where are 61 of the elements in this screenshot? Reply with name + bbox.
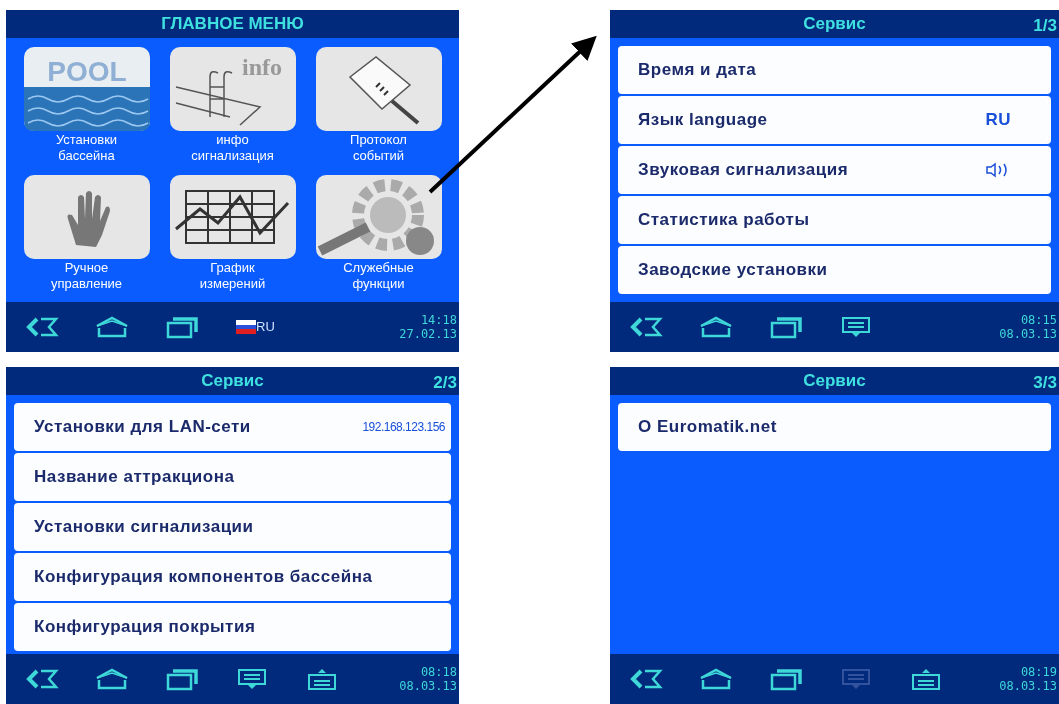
screen-title: ГЛАВНОЕ МЕНЮ: [161, 13, 304, 36]
screen-title: Сервис: [803, 370, 866, 393]
language-button[interactable]: RU: [236, 317, 275, 337]
menu-row[interactable]: Время и дата: [618, 46, 1051, 94]
tile-label: Служебные функции: [343, 259, 414, 292]
ip-address: 192.168.123.156: [362, 419, 445, 436]
menu-tile[interactable]: Ручное управление: [22, 174, 151, 302]
back-icon: [25, 668, 59, 690]
clock-time: 08:18: [420, 665, 457, 679]
clock-time: 08:19: [1020, 665, 1057, 679]
pool-ladder-drawing: info: [169, 47, 296, 131]
windows-icon: [165, 667, 199, 691]
home-icon: [699, 668, 733, 690]
menu-down-icon: [841, 315, 871, 339]
tile-label: График измерений: [199, 259, 266, 292]
menu-up-icon: [911, 667, 941, 691]
clock-date: 08.03.13: [999, 679, 1057, 693]
clock-date: 27.02.13: [399, 327, 457, 341]
menu-tile[interactable]: POOL Установки бассейна: [22, 47, 151, 175]
clock-time: 08:15: [1020, 313, 1057, 327]
tile-label: Протокол событий: [350, 132, 407, 164]
page-number: 3/3: [1033, 372, 1057, 394]
tile-label: инфо сигнализация: [191, 132, 274, 164]
home-icon: [699, 316, 733, 338]
menu-row[interactable]: Конфигурация покрытия: [14, 603, 451, 651]
menu-tile[interactable]: Служебные функции: [314, 174, 443, 302]
home-icon: [95, 668, 129, 690]
menu-row[interactable]: Язык language RU: [618, 96, 1051, 144]
tile-label: Установки бассейна: [55, 132, 118, 164]
windows-icon: [769, 315, 803, 339]
menu-down-icon: [237, 667, 267, 691]
clock-date: 08.03.13: [399, 679, 457, 693]
menu-down-icon: [841, 667, 871, 691]
page-number: 2/3: [433, 372, 457, 394]
tile-label: Ручное управление: [50, 259, 123, 292]
menu-row[interactable]: Установки для LAN-сети 192.168.123.156: [14, 403, 451, 451]
menu-tile[interactable]: График измерений: [168, 174, 297, 302]
screen-title: Сервис: [803, 13, 866, 36]
flag-icon: [236, 320, 256, 334]
menu-row[interactable]: Установки сигнализации: [14, 503, 451, 551]
clock-date: 08.03.13: [999, 327, 1057, 341]
screen-title: Сервис: [201, 370, 264, 393]
menu-row[interactable]: Название аттракциона: [14, 453, 451, 501]
row-value: RU: [985, 109, 1011, 132]
windows-icon: [769, 667, 803, 691]
menu-up-icon: [307, 667, 337, 691]
menu-row[interactable]: Звуковая сигнализация: [618, 146, 1051, 194]
clock-time: 14:18: [420, 313, 457, 327]
menu-tile[interactable]: Протокол событий: [314, 47, 443, 175]
home-icon: [95, 316, 129, 338]
windows-icon: [165, 315, 199, 339]
back-icon: [629, 316, 663, 338]
page-number: 1/3: [1033, 15, 1057, 37]
back-icon: [629, 668, 663, 690]
menu-tile[interactable]: info инфо сигнализация: [168, 47, 297, 175]
menu-row[interactable]: Статистика работы: [618, 196, 1051, 244]
pool-water-drawing: POOL: [23, 47, 150, 131]
menu-row[interactable]: Конфигурация компонентов бассейна: [14, 553, 451, 601]
menu-row[interactable]: О Euromatik.net: [618, 403, 1051, 451]
menu-row[interactable]: Заводские установки: [618, 246, 1051, 294]
back-icon: [25, 316, 59, 338]
